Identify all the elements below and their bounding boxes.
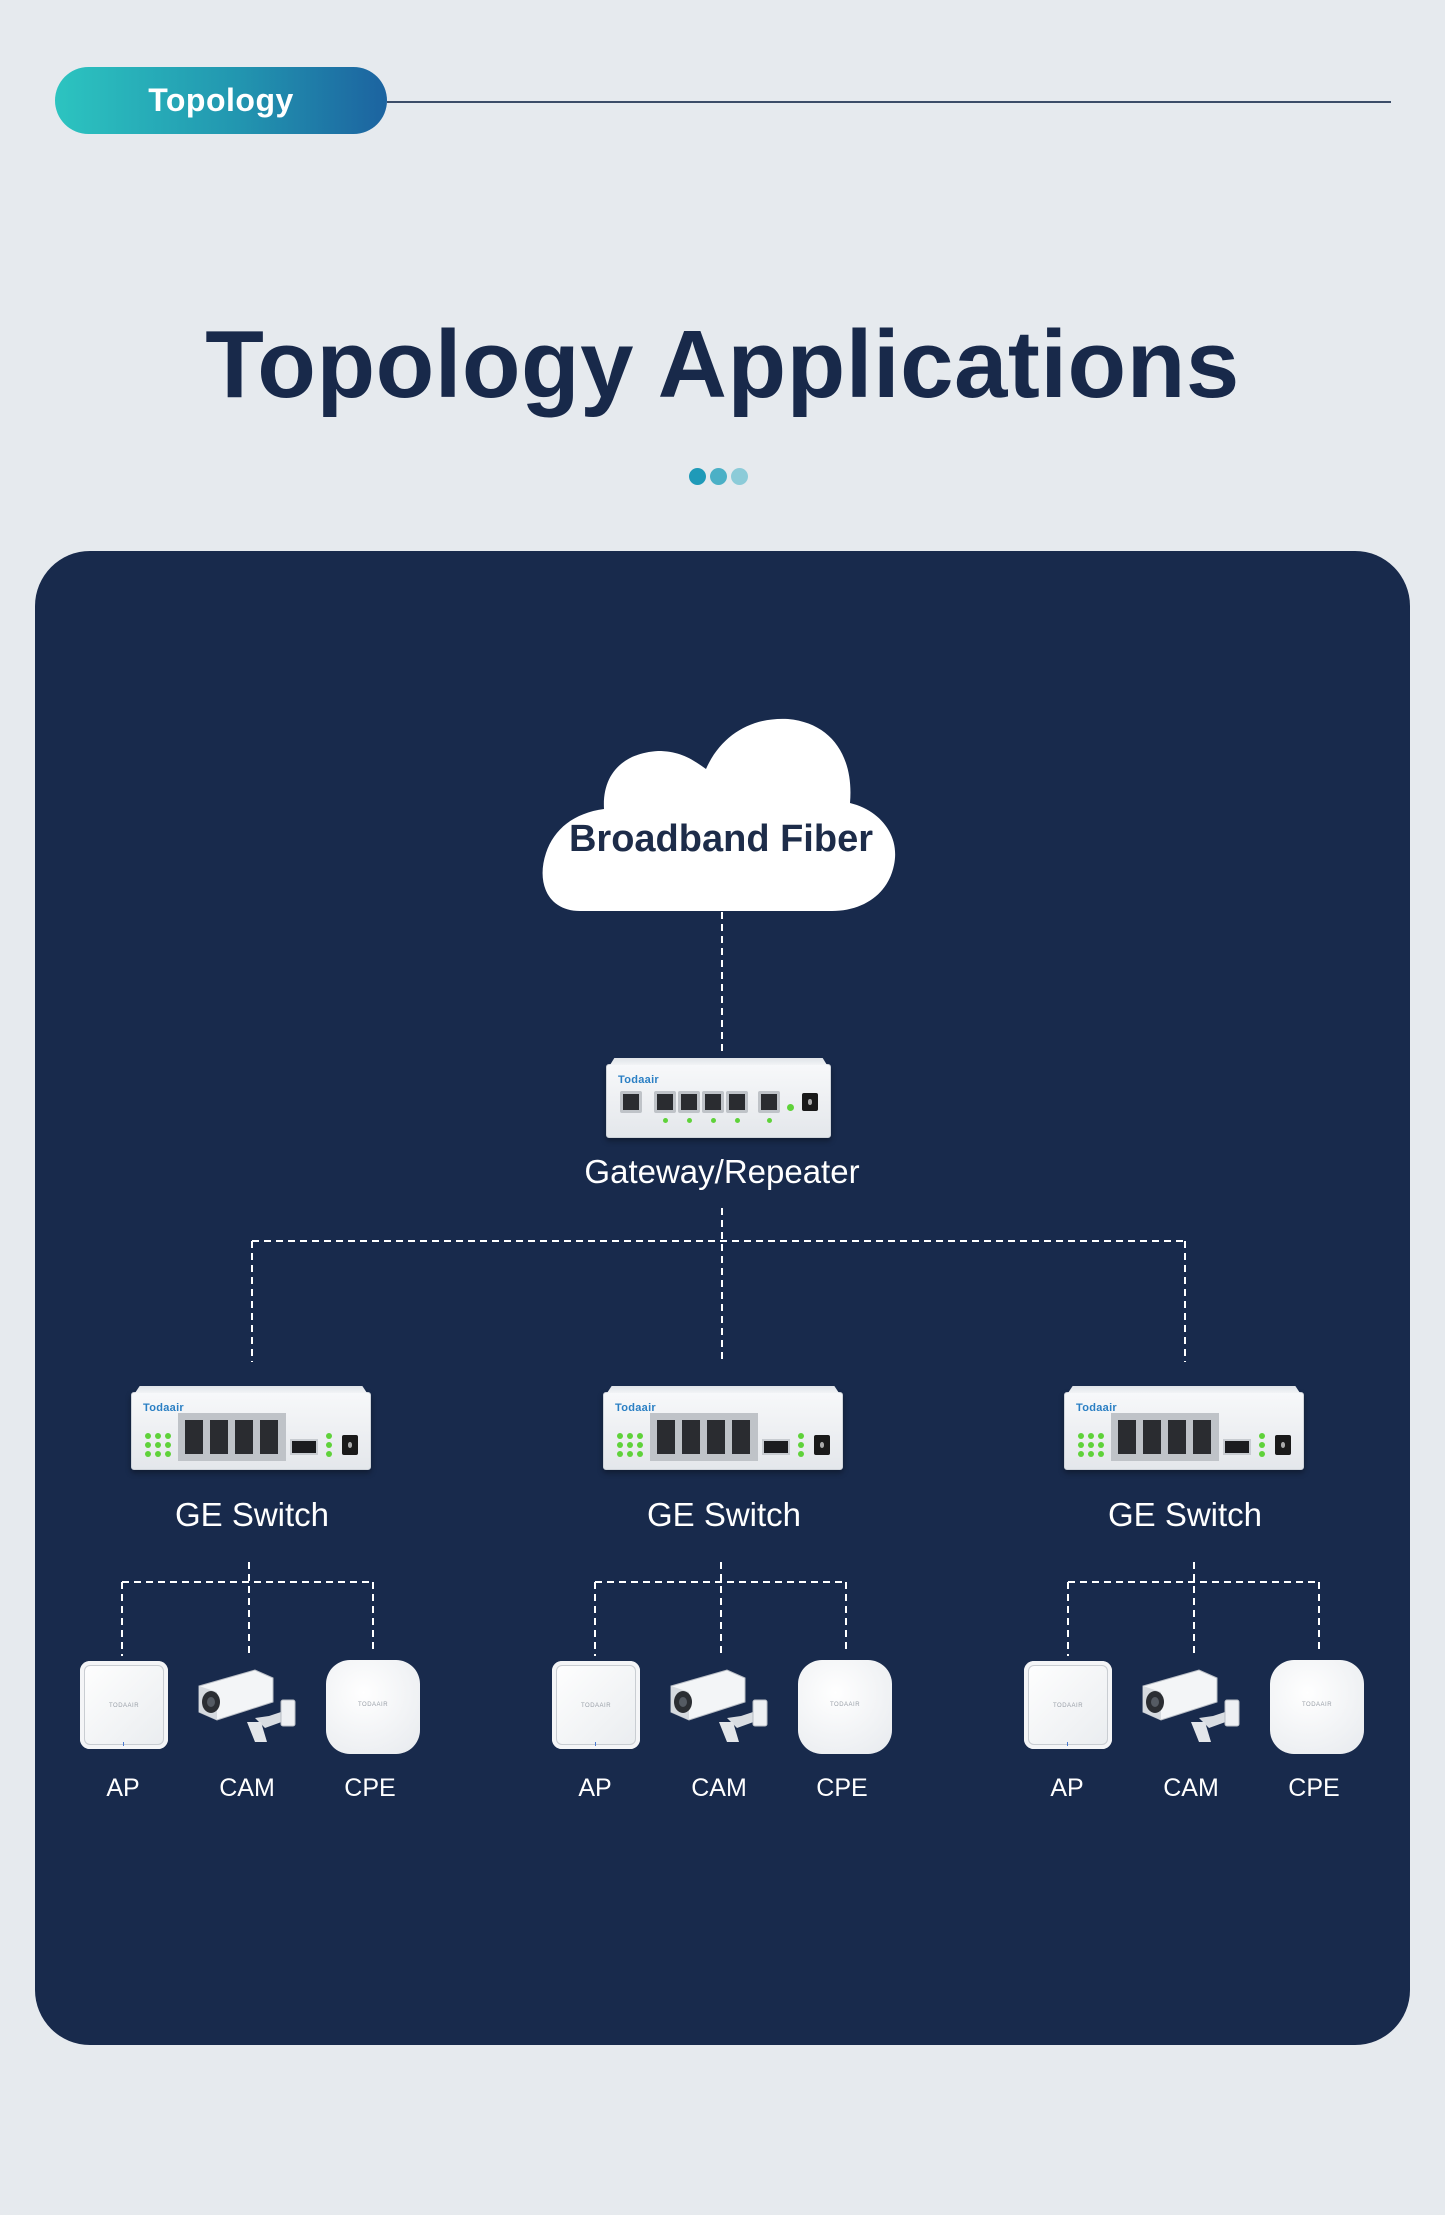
leaf-device-label: CPE xyxy=(1288,1774,1340,1802)
access-point-icon: TODAAIR xyxy=(80,1661,168,1749)
leaf-device-label: CAM xyxy=(691,1774,747,1802)
cloud-icon xyxy=(542,718,896,911)
ethernet-port xyxy=(207,1417,231,1457)
status-led xyxy=(1098,1451,1104,1457)
title-dots-decoration xyxy=(689,468,748,485)
status-led xyxy=(145,1451,151,1457)
ethernet-port xyxy=(232,1417,256,1457)
status-led xyxy=(155,1451,161,1457)
status-led xyxy=(1088,1433,1094,1439)
dot xyxy=(689,468,706,485)
status-led xyxy=(155,1433,161,1439)
status-led xyxy=(145,1433,151,1439)
cpe-icon: TODAAIR xyxy=(326,1660,420,1754)
status-led xyxy=(617,1442,623,1448)
leaf-device-label: AP xyxy=(106,1774,140,1802)
status-led xyxy=(1088,1451,1094,1457)
status-led xyxy=(1078,1451,1084,1457)
switch-icon: Todaair xyxy=(131,1392,371,1470)
ethernet-port xyxy=(1190,1417,1214,1457)
dot xyxy=(710,468,727,485)
page-title: Topology Applications xyxy=(205,311,1240,418)
status-led xyxy=(627,1433,633,1439)
device-logo: TODAAIR xyxy=(1301,1702,1333,1708)
status-led xyxy=(155,1442,161,1448)
access-point-icon: TODAAIR xyxy=(552,1661,640,1749)
cloud-label: Broadband Fiber xyxy=(568,818,874,860)
status-led xyxy=(165,1451,171,1457)
device-logo: TODAAIR xyxy=(1052,1703,1084,1709)
leaf-device-label: CAM xyxy=(1163,1774,1219,1802)
status-led xyxy=(165,1433,171,1439)
switch-label: GE Switch xyxy=(646,1496,802,1533)
leaf-device-label: AP xyxy=(578,1774,612,1802)
status-led xyxy=(617,1451,623,1457)
device-logo: TODAAIR xyxy=(829,1702,861,1708)
status-led xyxy=(1078,1442,1084,1448)
leaf-device-label: CPE xyxy=(816,1774,868,1802)
status-led xyxy=(627,1451,633,1457)
status-led xyxy=(637,1433,643,1439)
leaf-device-label: CPE xyxy=(344,1774,396,1802)
camera-icon xyxy=(198,1669,296,1742)
ethernet-port xyxy=(729,1417,753,1457)
status-led xyxy=(1088,1442,1094,1448)
ethernet-port xyxy=(1115,1417,1139,1457)
gateway-label: Gateway/Repeater xyxy=(584,1153,860,1190)
switch-label: GE Switch xyxy=(174,1496,330,1533)
section-tag: Topology xyxy=(55,67,387,134)
leaf-device-label: AP xyxy=(1050,1774,1084,1802)
ethernet-port xyxy=(704,1417,728,1457)
status-led xyxy=(145,1442,151,1448)
ethernet-port xyxy=(257,1417,281,1457)
ethernet-port xyxy=(1165,1417,1189,1457)
ethernet-port xyxy=(679,1417,703,1457)
status-led xyxy=(637,1451,643,1457)
sfp-port xyxy=(762,1439,790,1455)
access-point-icon: TODAAIR xyxy=(1024,1661,1112,1749)
ethernet-port xyxy=(654,1417,678,1457)
ethernet-port xyxy=(1140,1417,1164,1457)
camera-icon xyxy=(1142,1669,1240,1742)
cpe-icon: TODAAIR xyxy=(1270,1660,1364,1754)
router-icon: Todaair xyxy=(606,1064,831,1138)
status-led xyxy=(637,1442,643,1448)
status-led xyxy=(1098,1433,1104,1439)
switch-label: GE Switch xyxy=(1107,1496,1263,1533)
dot xyxy=(731,468,748,485)
status-led xyxy=(627,1442,633,1448)
device-logo: TODAAIR xyxy=(108,1703,140,1709)
status-led xyxy=(165,1442,171,1448)
ethernet-port xyxy=(182,1417,206,1457)
device-brand: Todaair xyxy=(618,1074,660,1086)
device-logo: TODAAIR xyxy=(580,1703,612,1709)
leaf-device-label: CAM xyxy=(219,1774,275,1802)
switch-icon: Todaair xyxy=(603,1392,843,1470)
switch-icon: Todaair xyxy=(1064,1392,1304,1470)
cpe-icon: TODAAIR xyxy=(798,1660,892,1754)
status-led xyxy=(617,1433,623,1439)
header-divider xyxy=(387,101,1391,103)
section-tag-label: Topology xyxy=(148,82,294,118)
sfp-port xyxy=(290,1439,318,1455)
camera-icon xyxy=(670,1669,768,1742)
status-led xyxy=(1078,1433,1084,1439)
status-led xyxy=(1098,1442,1104,1448)
device-logo: TODAAIR xyxy=(357,1702,389,1708)
sfp-port xyxy=(1223,1439,1251,1455)
